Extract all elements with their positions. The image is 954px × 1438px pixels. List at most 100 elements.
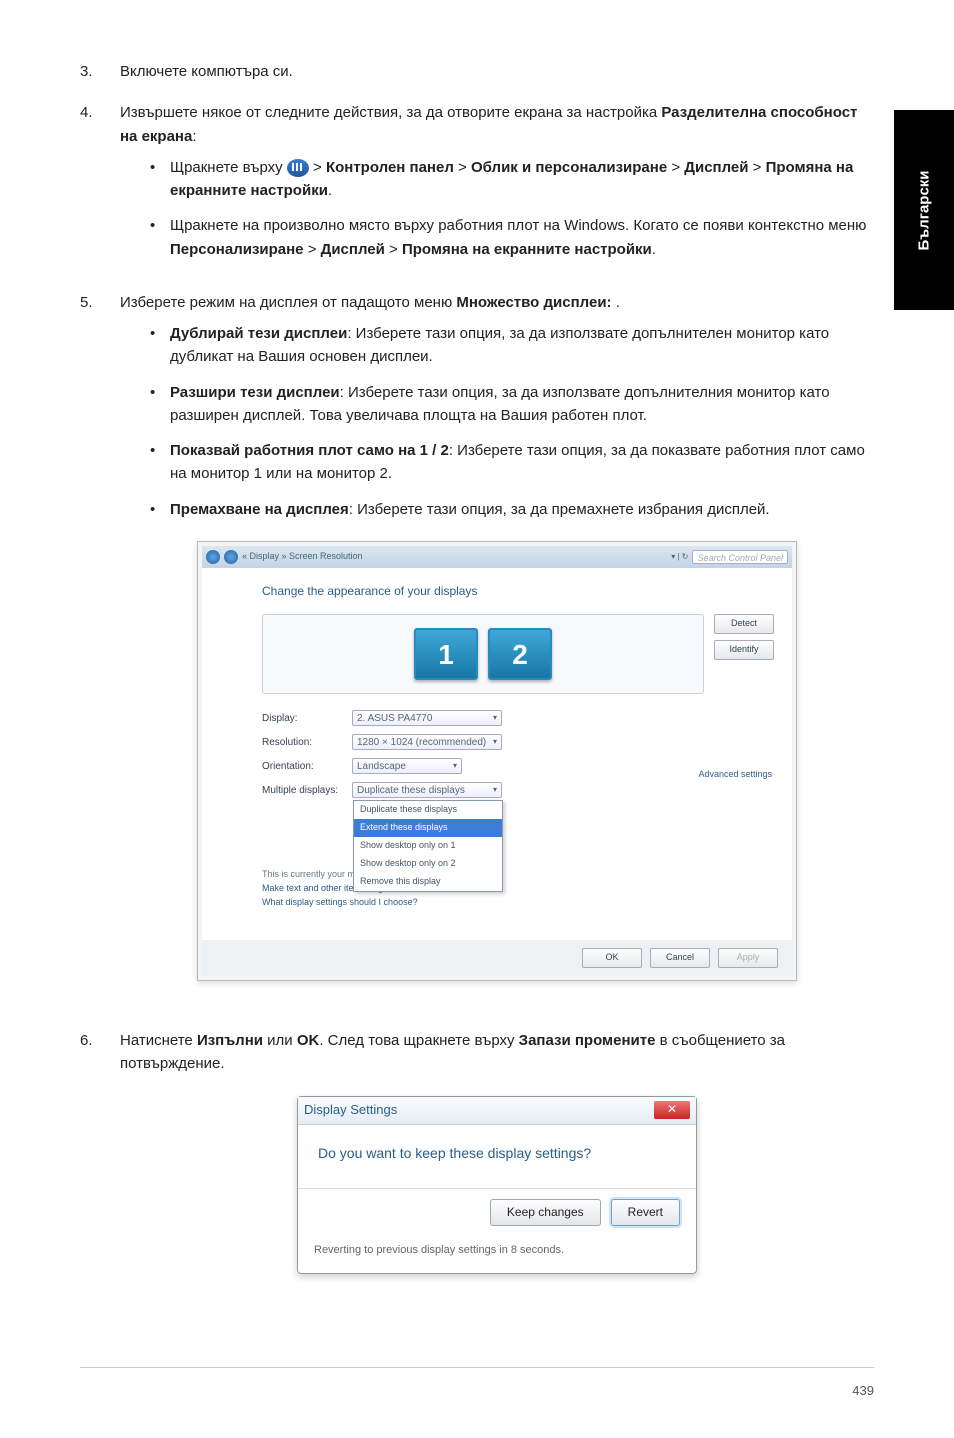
substep: • Щракнете на произволно място върху раб… — [120, 214, 874, 261]
step-number: 4. — [80, 101, 120, 273]
orientation-value: Landscape — [357, 759, 406, 775]
bold-term: Дисплей — [321, 241, 385, 258]
search-separator: ▾ | ↻ — [671, 551, 688, 563]
bold-term: Дисплей — [684, 159, 748, 176]
step-text: : — [192, 128, 196, 145]
text-size-link[interactable]: Make text and other items larger or smal… — [262, 882, 774, 896]
identify-button[interactable]: Identify — [714, 640, 774, 660]
step-text: . След това щракнете върху — [319, 1032, 518, 1049]
bullet: • — [150, 439, 170, 486]
dropdown-option-selected[interactable]: Extend these displays — [354, 819, 502, 837]
bullet: • — [150, 498, 170, 521]
language-tab: Български — [894, 110, 954, 310]
bullet: • — [150, 322, 170, 369]
step-4: 4. Извършете някое от следните действия,… — [80, 101, 874, 273]
resolution-select[interactable]: 1280 × 1024 (recommended) ▾ — [352, 734, 502, 750]
dropdown-option[interactable]: Show desktop only on 2 — [354, 855, 502, 873]
sep: > — [309, 159, 326, 176]
screen-resolution-window: « Display » Screen Resolution ▾ | ↻ Sear… — [197, 541, 797, 981]
step-text: Натиснете — [120, 1032, 197, 1049]
close-icon[interactable]: ✕ — [654, 1101, 690, 1119]
period: . — [328, 182, 332, 199]
bold-term: OK — [297, 1032, 320, 1049]
revert-button[interactable]: Revert — [611, 1199, 680, 1226]
multiple-displays-dropdown: Duplicate these displays Extend these di… — [353, 800, 503, 892]
detect-button[interactable]: Detect — [714, 614, 774, 634]
dropdown-option[interactable]: Show desktop only on 1 — [354, 837, 502, 855]
step-text: или — [263, 1032, 297, 1049]
help-link[interactable]: What display settings should I choose? — [262, 896, 774, 910]
bold-term: Дублирай тези дисплеи — [170, 325, 347, 342]
substep: •Премахване на дисплея: Изберете тази оп… — [120, 498, 874, 521]
period: . — [652, 241, 656, 258]
footer-rule — [80, 1367, 874, 1368]
step-text: Включете компютъра си. — [120, 60, 874, 83]
bold-term: Промяна на екранните настройки — [402, 241, 652, 258]
orientation-label: Orientation: — [262, 759, 352, 775]
dialog-titlebar: Display Settings ✕ — [298, 1097, 696, 1125]
dialog-title: Display Settings — [304, 1100, 397, 1120]
substep: •Разшири тези дисплеи: Изберете тази опц… — [120, 381, 874, 428]
step-number: 5. — [80, 291, 120, 1011]
chevron-down-icon: ▾ — [493, 784, 497, 796]
multiple-displays-select[interactable]: Duplicate these displays▾ Duplicate thes… — [352, 782, 502, 798]
display-select[interactable]: 2. ASUS PA4770 ▾ — [352, 710, 502, 726]
display-settings-dialog: Display Settings ✕ Do you want to keep t… — [297, 1096, 697, 1274]
dropdown-option[interactable]: Remove this display — [354, 873, 502, 891]
bold-term: Премахване на дисплея — [170, 501, 349, 518]
monitor-2-icon[interactable]: 2 — [488, 628, 552, 680]
bullet: • — [150, 156, 170, 203]
monitor-1-icon[interactable]: 1 — [414, 628, 478, 680]
search-input[interactable]: Search Control Panel — [692, 550, 788, 564]
advanced-settings-link[interactable]: Advanced settings — [698, 768, 772, 782]
bullet: • — [150, 214, 170, 261]
bold-term: Показвай работния плот само на 1 / 2 — [170, 442, 449, 459]
back-icon[interactable] — [206, 550, 220, 564]
language-tab-label: Български — [916, 170, 933, 250]
resolution-value: 1280 × 1024 (recommended) — [357, 735, 486, 751]
start-button-icon — [287, 159, 309, 177]
nav-back-forward[interactable]: « Display » Screen Resolution — [206, 550, 363, 564]
step-6: 6. Натиснете Изпълни или OK. След това щ… — [80, 1029, 874, 1274]
chevron-down-icon: ▾ — [493, 712, 497, 724]
ok-button[interactable]: OK — [582, 948, 642, 968]
step-3: 3. Включете компютъра си. — [80, 60, 874, 83]
multiple-displays-value: Duplicate these displays — [357, 783, 465, 799]
substep-text: : Изберете тази опция, за да премахнете … — [349, 501, 770, 518]
step-5: 5. Изберете режим на дисплея от падащото… — [80, 291, 874, 1011]
breadcrumb: « Display » Screen Resolution — [242, 550, 363, 564]
step-text: Извършете някое от следните действия, за… — [120, 104, 661, 121]
display-value: 2. ASUS PA4770 — [357, 711, 432, 727]
page-number: 439 — [852, 1383, 874, 1398]
bold-term: Облик и персонализиране — [471, 159, 667, 176]
forward-icon[interactable] — [224, 550, 238, 564]
step-number: 6. — [80, 1029, 120, 1274]
dialog-message: Do you want to keep these display settin… — [298, 1125, 696, 1175]
bold-term: Контролен панел — [326, 159, 454, 176]
substep-text: Щракнете върху — [170, 159, 287, 176]
chevron-down-icon: ▾ — [493, 736, 497, 748]
substep: •Показвай работния плот само на 1 / 2: И… — [120, 439, 874, 486]
resolution-label: Resolution: — [262, 735, 352, 751]
apply-button[interactable]: Apply — [718, 948, 778, 968]
main-display-note: This is currently your main display. — [262, 868, 774, 882]
bold-term: Запази промените — [519, 1032, 656, 1049]
countdown-text: Reverting to previous display settings i… — [298, 1236, 696, 1273]
substep: • Щракнете върху > Контролен панел > Обл… — [120, 156, 874, 203]
substep-text: Щракнете на произволно място върху работ… — [170, 217, 866, 234]
chevron-down-icon: ▾ — [453, 760, 457, 772]
cancel-button[interactable]: Cancel — [650, 948, 710, 968]
substep: •Дублирай тези дисплеи: Изберете тази оп… — [120, 322, 874, 369]
keep-changes-button[interactable]: Keep changes — [490, 1199, 601, 1226]
dropdown-option[interactable]: Duplicate these displays — [354, 801, 502, 819]
monitor-preview[interactable]: 1 2 — [262, 614, 704, 694]
orientation-select[interactable]: Landscape ▾ — [352, 758, 462, 774]
bold-term: Персонализиране — [170, 241, 304, 258]
step-text: . — [612, 294, 620, 311]
multiple-displays-label: Multiple displays: — [262, 783, 352, 799]
step-number: 3. — [80, 60, 120, 83]
window-heading: Change the appearance of your displays — [262, 582, 774, 601]
display-label: Display: — [262, 711, 352, 727]
bold-term: Разшири тези дисплеи — [170, 384, 340, 401]
bold-term: Множество дисплеи: — [456, 294, 611, 311]
